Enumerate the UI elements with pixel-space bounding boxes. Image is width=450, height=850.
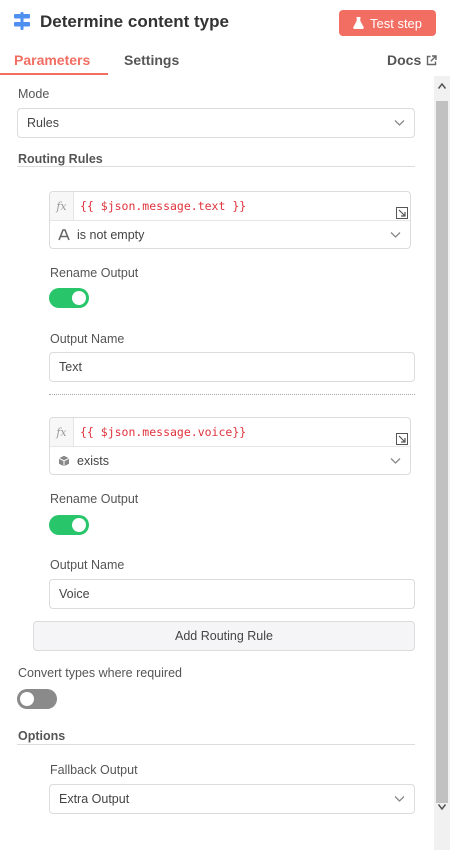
section-divider: [17, 744, 415, 745]
scrollbar-thumb[interactable]: [436, 101, 448, 803]
operator-value: exists: [77, 454, 109, 468]
output-name-label: Output Name: [50, 558, 125, 572]
operator-value: is not empty: [77, 228, 145, 242]
parameters-panel: Mode Rules Routing Rules fx {{ $json.mes…: [0, 76, 434, 850]
output-name-value: Text: [59, 360, 82, 374]
scroll-down-icon[interactable]: [438, 804, 446, 810]
switch-icon: [14, 12, 30, 30]
mode-select[interactable]: Rules: [17, 108, 415, 138]
options-title: Options: [18, 729, 66, 743]
fallback-output-value: Extra Output: [59, 792, 130, 806]
scroll-up-icon[interactable]: [438, 83, 446, 89]
docs-label: Docs: [387, 52, 422, 68]
add-routing-rule-button[interactable]: Add Routing Rule: [33, 621, 415, 651]
routing-rules-title: Routing Rules: [18, 152, 103, 166]
section-divider: [17, 166, 415, 167]
rename-output-label: Rename Output: [50, 492, 139, 506]
scrollbar[interactable]: [434, 76, 450, 850]
expand-icon[interactable]: [396, 207, 408, 219]
flask-icon: [353, 17, 364, 29]
fallback-output-label: Fallback Output: [50, 763, 138, 777]
chevron-down-icon: [394, 120, 405, 126]
rule-condition: fx {{ $json.message.text }} is not empty: [49, 191, 411, 249]
fx-icon: fx: [50, 192, 74, 220]
fx-icon: fx: [50, 418, 74, 446]
convert-types-label: Convert types where required: [18, 666, 182, 680]
operator-select[interactable]: is not empty: [50, 221, 410, 249]
rule-condition: fx {{ $json.message.voice}} exists: [49, 417, 411, 475]
condition-expression-input[interactable]: {{ $json.message.voice}}: [80, 425, 246, 439]
condition-expression-row: fx {{ $json.message.text }}: [50, 192, 410, 221]
test-step-label: Test step: [369, 15, 423, 31]
output-name-input[interactable]: Voice: [49, 579, 415, 609]
rule-separator: [49, 394, 415, 395]
convert-types-toggle[interactable]: [17, 689, 57, 709]
rename-output-toggle[interactable]: [49, 515, 89, 535]
node-title[interactable]: Determine content type: [40, 12, 229, 32]
rename-output-toggle[interactable]: [49, 288, 89, 308]
chevron-down-icon: [390, 232, 401, 238]
active-tab-indicator: [0, 73, 108, 75]
external-link-icon: [427, 54, 437, 65]
cube-icon: [58, 455, 70, 467]
text-type-icon: [58, 229, 70, 241]
expand-icon[interactable]: [396, 433, 408, 445]
tab-docs[interactable]: Docs: [387, 52, 437, 68]
tab-settings[interactable]: Settings: [124, 52, 179, 68]
mode-label: Mode: [18, 87, 50, 101]
tab-parameters[interactable]: Parameters: [14, 52, 90, 68]
output-name-label: Output Name: [50, 332, 125, 346]
condition-expression-input[interactable]: {{ $json.message.text }}: [80, 199, 246, 213]
test-step-button[interactable]: Test step: [339, 10, 436, 36]
output-name-input[interactable]: Text: [49, 352, 415, 382]
tab-bar: Parameters Settings Docs: [0, 44, 450, 76]
output-name-value: Voice: [59, 587, 90, 601]
rename-output-label: Rename Output: [50, 266, 139, 280]
condition-expression-row: fx {{ $json.message.voice}}: [50, 418, 410, 447]
operator-select[interactable]: exists: [50, 447, 410, 475]
node-header: Determine content type Test step: [0, 0, 450, 44]
chevron-down-icon: [394, 796, 405, 802]
chevron-down-icon: [390, 458, 401, 464]
mode-value: Rules: [27, 116, 59, 130]
fallback-output-select[interactable]: Extra Output: [49, 784, 415, 814]
